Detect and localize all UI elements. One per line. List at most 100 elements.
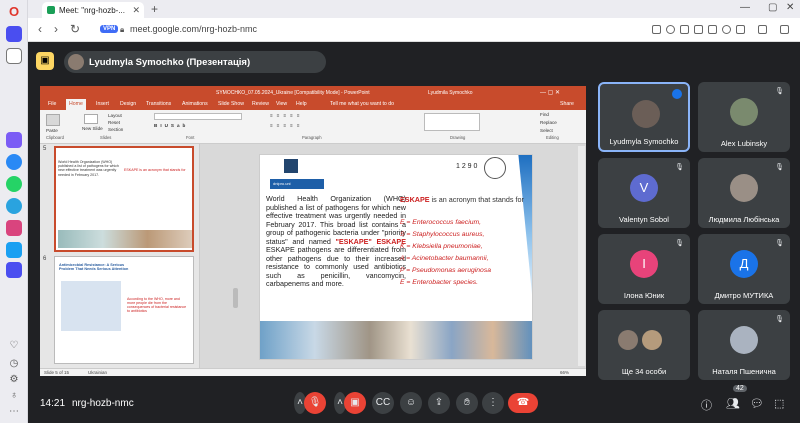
ppt-tab[interactable]: Design xyxy=(120,101,136,107)
screenshot-icon[interactable] xyxy=(680,25,689,34)
back-arrow-icon[interactable]: ‹ xyxy=(38,22,42,36)
close-window-button[interactable]: ✕ xyxy=(786,2,794,13)
history-icon[interactable]: ◷ xyxy=(6,358,22,374)
participant-tile[interactable]: 🎙︎ Наталя Пшенична xyxy=(698,310,790,380)
main-slide[interactable]: dnipro.uni 1 2 9 0 World Health Organiza… xyxy=(259,154,533,360)
chat-icon[interactable]: 💬︎ xyxy=(750,397,764,410)
aria-icon[interactable] xyxy=(6,26,22,42)
participant-name: Lyudmyla Symochko xyxy=(609,137,679,146)
new-slide-button[interactable]: New Slide xyxy=(82,126,104,131)
ppt-tab[interactable]: Animations xyxy=(182,101,208,107)
minimize-button[interactable]: — xyxy=(740,2,750,13)
meeting-code: nrg-hozb-nmc xyxy=(72,398,134,409)
forward-arrow-icon[interactable]: › xyxy=(54,22,58,36)
ppt-tab[interactable]: Insert xyxy=(96,101,109,107)
ppt-tab[interactable]: Review xyxy=(252,101,269,107)
ppt-share-button[interactable]: Share xyxy=(560,101,574,107)
workspace-icon[interactable] xyxy=(6,48,22,64)
activities-icon[interactable]: ⬚ xyxy=(774,397,784,410)
tell-me-field[interactable]: Tell me what you want to do xyxy=(330,101,394,107)
participant-tile[interactable]: 🎙︎ V Valentyn Sobol xyxy=(598,158,690,228)
ppt-tab[interactable]: File xyxy=(48,101,56,107)
splitter-handle[interactable] xyxy=(233,288,238,308)
bacteria-item: A = Acinetobacter baumannii, xyxy=(400,255,489,262)
participant-tile[interactable]: 🎙︎ Д Дмитро МУТИКА xyxy=(698,234,790,304)
find-button[interactable]: Find xyxy=(540,112,549,117)
install-app-icon[interactable] xyxy=(708,25,717,34)
maximize-button[interactable]: ▢ xyxy=(768,2,777,13)
ppt-tab-home[interactable]: Home xyxy=(66,99,86,110)
aria-app-icon[interactable] xyxy=(6,132,22,148)
heart-icon[interactable]: ♡ xyxy=(6,340,22,356)
camera-icon[interactable] xyxy=(666,25,675,34)
shape-style-buttons[interactable] xyxy=(484,113,532,131)
reset-button[interactable]: Reset xyxy=(108,120,120,125)
paragraph-buttons[interactable]: ≡≡≡≡≡ xyxy=(270,113,350,120)
paste-icon[interactable] xyxy=(46,114,60,126)
university-emblem xyxy=(284,159,298,173)
more-options-button[interactable]: ⋮ xyxy=(482,392,504,414)
url-field[interactable]: meet.google.com/nrg-hozb-nmc xyxy=(130,24,257,34)
vertical-scrollbar[interactable] xyxy=(578,146,585,366)
section-button[interactable]: Section xyxy=(108,127,123,132)
bookmark-heart-icon[interactable] xyxy=(722,25,731,34)
slide-thumbnail-6[interactable]: Antimicrobial Resistance: A Serious Prob… xyxy=(54,256,194,364)
emoji-button[interactable]: ☺ xyxy=(400,392,422,414)
shapes-gallery[interactable] xyxy=(424,113,480,131)
captions-button[interactable]: CC xyxy=(372,392,394,414)
mic-toggle-button[interactable]: 🎙︎ xyxy=(304,392,326,414)
slide-thumbnail-5[interactable]: World Health Organization (WHO) publishe… xyxy=(54,146,194,252)
new-tab-button[interactable]: + xyxy=(151,2,158,16)
lightbulb-icon[interactable]: ♁ xyxy=(6,390,22,406)
paste-button[interactable]: Paste xyxy=(46,128,58,133)
font-name-dropdown[interactable] xyxy=(154,113,242,120)
snapshot-icon[interactable] xyxy=(694,25,703,34)
ppt-ribbon: Paste New Slide Layout Reset Section BIU… xyxy=(40,110,586,144)
leave-call-button[interactable]: ☎︎ xyxy=(508,393,538,413)
instagram-icon[interactable] xyxy=(6,220,22,236)
messenger-icon[interactable] xyxy=(6,154,22,170)
whatsapp-icon[interactable] xyxy=(6,176,22,192)
ppt-tab[interactable]: View xyxy=(276,101,287,107)
bacteria-item: S = Staphylococcus aureus, xyxy=(400,231,485,238)
meet-favicon-icon xyxy=(47,6,55,14)
alignment-buttons[interactable]: ≡≡≡≡≡ xyxy=(270,123,350,130)
meeting-info-icon[interactable]: ⓘ xyxy=(701,397,712,413)
more-dots-icon[interactable]: ⋯ xyxy=(6,406,22,422)
ppt-tab[interactable]: Help xyxy=(296,101,307,107)
select-button[interactable]: Select xyxy=(540,128,553,133)
raise-hand-button[interactable]: ✋︎ xyxy=(456,392,478,414)
lock-icon[interactable]: 🔒︎ xyxy=(120,25,124,35)
slide-left-text: World Health Organization (WHO) publishe… xyxy=(266,194,406,289)
browser-tab-meet[interactable]: Meet: "nrg-hozb-... ✕ xyxy=(42,2,144,18)
participant-tile-others[interactable]: Ще 34 особи xyxy=(598,310,690,380)
vpn-badge[interactable]: VPN xyxy=(100,25,119,33)
participant-tile[interactable]: Lyudmyla Symochko xyxy=(598,82,690,152)
people-icon[interactable]: 👥︎ xyxy=(726,397,740,410)
present-button[interactable]: ⇪ xyxy=(428,392,450,414)
eskape-word: ESKAPE xyxy=(400,195,430,204)
replace-button[interactable]: Replace xyxy=(540,120,557,125)
reload-icon[interactable]: ↻ xyxy=(70,22,80,36)
participant-tile[interactable]: 🎙︎ І Ілона Юник xyxy=(598,234,690,304)
font-format-buttons[interactable]: BIUSab xyxy=(154,123,254,130)
opera-logo-icon[interactable]: O xyxy=(6,4,22,20)
settings-gear-icon[interactable]: ⚙ xyxy=(6,374,22,390)
presentation-icon[interactable]: ▣ xyxy=(36,52,54,70)
discord-icon[interactable] xyxy=(6,242,22,258)
layout-button[interactable]: Layout xyxy=(108,113,122,118)
participant-tile[interactable]: 🎙︎ Людмила Любінська xyxy=(698,158,790,228)
participant-tile[interactable]: 🎙︎ Alex Lubinsky xyxy=(698,82,790,152)
ppt-tab[interactable]: Slide Show xyxy=(218,101,244,107)
easy-setup-icon[interactable] xyxy=(758,25,767,34)
new-slide-icon[interactable] xyxy=(84,114,98,124)
player-icon[interactable] xyxy=(6,262,22,278)
tab-close-icon[interactable]: ✕ xyxy=(132,5,140,16)
cast-icon[interactable] xyxy=(652,25,661,34)
ppt-tab[interactable]: Transitions xyxy=(146,101,171,107)
downloads-icon[interactable] xyxy=(736,25,745,34)
telegram-icon[interactable] xyxy=(6,198,22,214)
ppt-user: Lyudmila Symochko xyxy=(428,89,473,96)
extensions-icon[interactable] xyxy=(780,25,789,34)
camera-toggle-button[interactable]: ▣ xyxy=(344,392,366,414)
